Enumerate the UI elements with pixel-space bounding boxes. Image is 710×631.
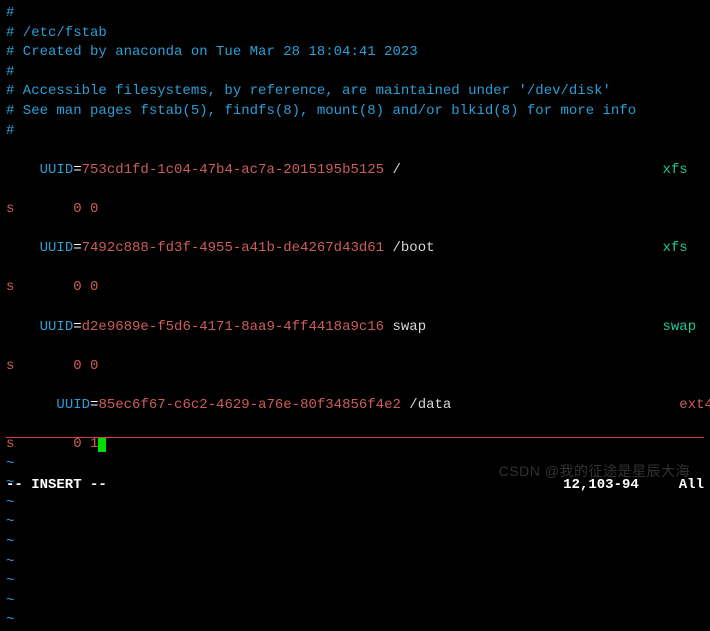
wrap-char: s <box>6 358 14 374</box>
fstab-entry: UUID=d2e9689e-f5d6-4171-8aa9-4ff4418a9c1… <box>6 298 704 357</box>
fstab-entry: UUID=753cd1fd-1c04-47b4-ac7a-2015195b512… <box>6 141 704 200</box>
underline-annotation <box>6 437 704 438</box>
wrap-char: s <box>6 436 14 452</box>
comment-line: # <box>6 63 704 83</box>
comment-line: # <box>6 122 704 142</box>
cursor <box>98 437 106 452</box>
mode-indicator: -- INSERT -- <box>6 476 107 496</box>
uuid-key: UUID <box>40 319 74 335</box>
tilde-line: ~ <box>6 553 704 573</box>
fstab-entry: UUID=7492c888-fd3f-4955-a41b-de4267d43d6… <box>6 220 704 279</box>
uuid-key: UUID <box>56 397 90 413</box>
tilde-line: ~ <box>6 611 704 631</box>
tilde-line: ~ <box>6 494 704 514</box>
comment-line: # Created by anaconda on Tue Mar 28 18:0… <box>6 43 704 63</box>
cursor-position: 12,103-94 <box>563 477 639 493</box>
comment-line: # Accessible filesystems, by reference, … <box>6 82 704 102</box>
fstab-entry-wrap: s 0 0 <box>6 357 704 377</box>
uuid-value: d2e9689e-f5d6-4171-8aa9-4ff4418a9c16 <box>82 319 384 335</box>
uuid-value: 85ec6f67-c6c2-4629-a76e-80f34856f4e2 <box>98 397 400 413</box>
wrap-char: s <box>6 279 14 295</box>
wrap-char: s <box>6 201 14 217</box>
dump-pass: 0 1 <box>73 436 98 452</box>
tilde-line: ~ <box>6 572 704 592</box>
scroll-indicator: All <box>679 477 704 493</box>
status-bar: -- INSERT -- 12,103-94 All <box>6 476 704 496</box>
mount-point: /boot <box>392 239 662 259</box>
tilde-line: ~ <box>6 592 704 612</box>
mount-point: swap <box>392 318 662 338</box>
dump-pass: 0 0 <box>73 201 98 217</box>
fs-type: ext4 <box>679 396 710 416</box>
uuid-key: UUID <box>40 240 74 256</box>
uuid-value: 7492c888-fd3f-4955-a41b-de4267d43d61 <box>82 240 384 256</box>
tilde-line: ~ <box>6 513 704 533</box>
comment-line: # See man pages fstab(5), findfs(8), mou… <box>6 102 704 122</box>
comment-line: # /etc/fstab <box>6 24 704 44</box>
mount-point: / <box>392 161 662 181</box>
fs-type: swap <box>662 318 710 338</box>
fstab-entry-new: UUID=85ec6f67-c6c2-4629-a76e-80f34856f4e… <box>6 376 704 454</box>
dump-pass: 0 0 <box>73 279 98 295</box>
fs-type: xfs <box>662 161 710 181</box>
mount-point: /data <box>409 396 679 416</box>
fstab-entry-wrap: s 0 0 <box>6 200 704 220</box>
tilde-line: ~ <box>6 533 704 553</box>
comment-line: # <box>6 4 704 24</box>
terminal-editor[interactable]: # # /etc/fstab # Created by anaconda on … <box>6 4 704 631</box>
dump-pass: 0 0 <box>73 358 98 374</box>
fstab-entry-wrap: s 0 0 <box>6 278 704 298</box>
uuid-key: UUID <box>40 162 74 178</box>
fs-type: xfs <box>662 239 710 259</box>
uuid-value: 753cd1fd-1c04-47b4-ac7a-2015195b5125 <box>82 162 384 178</box>
